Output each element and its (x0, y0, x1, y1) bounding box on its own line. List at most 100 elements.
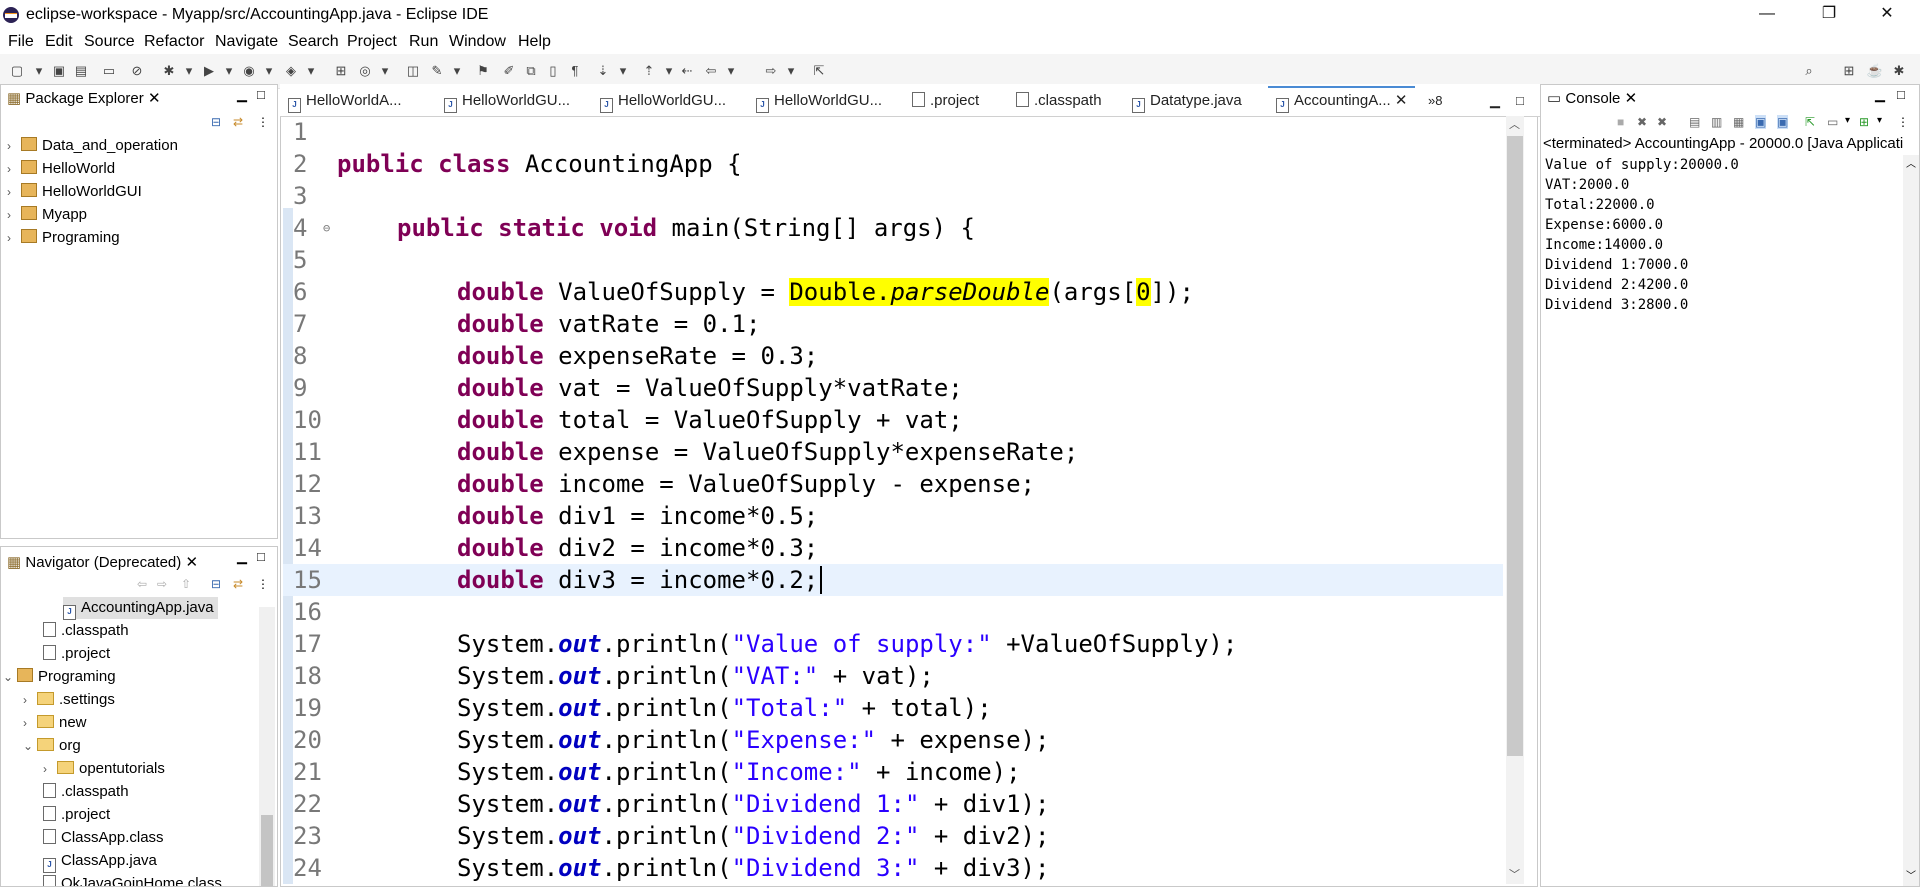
minimize-editor-icon[interactable]: ▁ (1490, 88, 1500, 114)
dropdown-arrow-icon[interactable]: ▾ (30, 62, 48, 80)
chevron-right-icon[interactable]: › (7, 181, 21, 203)
menu-run[interactable]: Run (409, 33, 438, 51)
search-icon[interactable]: ✎ (428, 62, 446, 80)
maximize-view-icon[interactable]: □ (257, 87, 265, 102)
minimize-button[interactable]: — (1744, 0, 1790, 30)
editor-tab[interactable]: J Datatype.java (1132, 88, 1242, 114)
tree-item-project[interactable]: › HelloWorldGUI (7, 181, 142, 203)
scroll-up-icon[interactable]: ︿ (1509, 116, 1520, 132)
tree-item-folder[interactable]: ⌄ org (23, 735, 81, 757)
minimize-view-icon[interactable]: ▁ (237, 549, 247, 565)
tree-item-project[interactable]: › Programing (7, 227, 120, 249)
terminal-icon[interactable]: ▭ (100, 62, 118, 80)
mark-occurrences-icon[interactable]: ✐ (500, 62, 518, 80)
clear-console-icon[interactable]: ▤ (1689, 115, 1700, 129)
external-tools-icon[interactable]: ◈ (282, 62, 300, 80)
chevron-right-icon[interactable]: › (23, 712, 37, 734)
package-explorer-tab[interactable]: ▦ Package Explorer ✕ (7, 85, 161, 113)
editor-tab-active[interactable]: J AccountingA... ✕ (1268, 86, 1416, 116)
menu-window[interactable]: Window (449, 33, 506, 51)
editor-tab[interactable]: J HelloWorldGU... (600, 88, 726, 114)
dropdown-arrow-icon[interactable]: ▾ (302, 62, 320, 80)
java-perspective-icon[interactable]: ☕ (1866, 62, 1884, 80)
tab-overflow-button[interactable]: »8 (1428, 88, 1442, 114)
menu-navigate[interactable]: Navigate (215, 33, 278, 51)
open-console-icon[interactable]: ⊞ (1859, 115, 1869, 129)
editor-tab[interactable]: J HelloWorldGU... (756, 88, 882, 114)
coverage-icon[interactable]: ◉ (240, 62, 258, 80)
link-with-editor-icon[interactable]: ⇄ (233, 577, 243, 591)
chevron-right-icon[interactable]: › (43, 758, 57, 780)
chevron-right-icon[interactable]: › (7, 158, 21, 180)
link-with-editor-icon[interactable]: ⇄ (233, 115, 243, 129)
display-console-icon[interactable]: ▭ (1827, 115, 1838, 129)
word-wrap-icon[interactable]: ▦ (1733, 115, 1744, 129)
fold-icon[interactable]: ⊖ (323, 212, 330, 244)
block-selection-icon[interactable]: ⧉ (522, 62, 540, 80)
paragraph-icon[interactable]: ¶ (566, 62, 584, 80)
terminate-icon[interactable]: ■ (1617, 115, 1624, 129)
open-type-icon[interactable]: ◫ (404, 62, 422, 80)
maximize-view-icon[interactable]: □ (257, 549, 265, 564)
close-icon[interactable]: ✕ (1625, 90, 1638, 107)
dropdown-arrow-icon[interactable]: ▾ (376, 62, 394, 80)
close-button[interactable]: ✕ (1864, 0, 1910, 30)
view-menu-icon[interactable]: ⋮ (257, 577, 269, 591)
console-scrollbar[interactable]: ︿ ﹀ (1903, 155, 1919, 886)
close-icon[interactable]: ✕ (148, 90, 161, 107)
last-edit-icon[interactable]: ⇠ (678, 62, 696, 80)
menu-search[interactable]: Search (288, 33, 339, 51)
code-editor[interactable]: 1 2 public class AccountingApp { 3 4 ⊖ publ… (283, 116, 1506, 886)
navigator-tab[interactable]: ▦ Navigator (Deprecated) ✕ (7, 549, 198, 577)
back-icon[interactable]: ⇦ (702, 62, 720, 80)
menu-project[interactable]: Project (347, 33, 397, 51)
pin-console-icon[interactable]: ⇱ (1805, 115, 1815, 129)
restore-button[interactable]: ❐ (1806, 0, 1852, 30)
tree-item-file[interactable]: .project (43, 643, 110, 665)
debug-icon[interactable]: ✱ (160, 62, 178, 80)
tree-item-project[interactable]: ⌄ Programing (3, 666, 116, 688)
forward-icon[interactable]: ⇨ (762, 62, 780, 80)
dropdown-arrow-icon[interactable]: ▾ (448, 62, 466, 80)
editor-tab[interactable]: J HelloWorldGU... (444, 88, 570, 114)
tree-item-project[interactable]: › Data_and_operation (7, 135, 178, 157)
new-java-package-icon[interactable]: ⊞ (332, 62, 350, 80)
dropdown-arrow-icon[interactable]: ▾ (782, 62, 800, 80)
scroll-down-icon[interactable]: ﹀ (1509, 866, 1520, 882)
next-annotation-icon[interactable]: ⇣ (594, 62, 612, 80)
close-icon[interactable]: ✕ (185, 554, 198, 571)
menu-source[interactable]: Source (84, 33, 135, 51)
scroll-down-icon[interactable]: ﹀ (1906, 867, 1916, 882)
dropdown-arrow-icon[interactable]: ▾ (260, 62, 278, 80)
tree-item-file[interactable]: .classpath (43, 620, 129, 642)
scroll-up-icon[interactable]: ︿ (1906, 155, 1916, 170)
minimize-view-icon[interactable]: ▁ (1875, 87, 1885, 103)
editor-tab[interactable]: J HelloWorldA... (288, 88, 402, 114)
chevron-down-icon[interactable]: ⌄ (3, 666, 17, 688)
prev-annotation-icon[interactable]: ⇡ (640, 62, 658, 80)
chevron-right-icon[interactable]: › (7, 135, 21, 157)
dropdown-arrow-icon[interactable]: ▾ (1845, 115, 1850, 126)
debug-perspective-icon[interactable]: ✱ (1890, 62, 1908, 80)
pin-editor-icon[interactable]: ⇱ (810, 62, 828, 80)
collapse-all-icon[interactable]: ⊟ (211, 577, 221, 591)
new-java-class-icon[interactable]: ◎ (356, 62, 374, 80)
forward-icon[interactable]: ⇨ (157, 577, 167, 591)
maximize-editor-icon[interactable]: □ (1516, 88, 1524, 114)
remove-launch-icon[interactable]: ✖ (1637, 115, 1647, 129)
minimize-view-icon[interactable]: ▁ (237, 87, 247, 103)
view-menu-icon[interactable]: ⋮ (1897, 115, 1909, 129)
annotation-icon[interactable]: ⚑ (474, 62, 492, 80)
show-whitespace-icon[interactable]: ▯ (544, 62, 562, 80)
menu-refactor[interactable]: Refactor (144, 33, 204, 51)
scroll-lock-icon[interactable]: ▥ (1711, 115, 1722, 129)
tree-item-folder[interactable]: › new (23, 712, 87, 734)
new-icon[interactable]: ▢ (8, 62, 26, 80)
dropdown-arrow-icon[interactable]: ▾ (722, 62, 740, 80)
remove-all-icon[interactable]: ✖ (1657, 115, 1667, 129)
menu-file[interactable]: File (8, 33, 34, 51)
tree-item-folder[interactable]: › opentutorials (43, 758, 165, 780)
dropdown-arrow-icon[interactable]: ▾ (180, 62, 198, 80)
close-icon[interactable]: ✕ (1395, 92, 1408, 109)
scrollbar-thumb[interactable] (261, 815, 273, 886)
